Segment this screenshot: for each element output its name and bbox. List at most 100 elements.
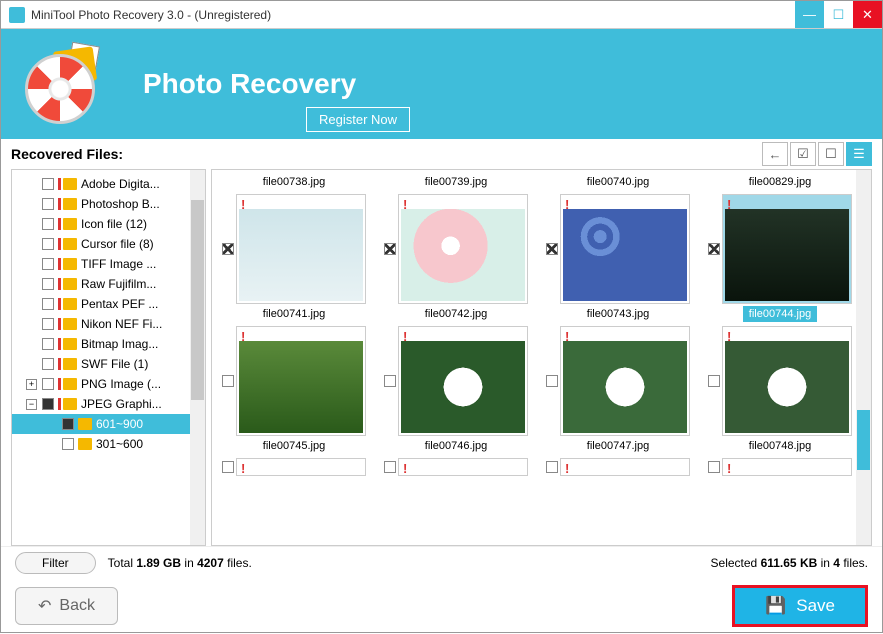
thumbnail[interactable]: ! [722,458,852,476]
warning-icon: ! [727,461,731,476]
grid-cell[interactable]: file00740.jpg [538,172,698,192]
grid-cell[interactable]: !file00746.jpg [376,326,536,456]
register-button[interactable]: Register Now [306,107,410,132]
file-checkbox[interactable] [222,243,234,255]
deselect-all-button[interactable]: ☐ [818,142,844,166]
thumbnail[interactable]: ! [236,458,366,476]
file-tree[interactable]: Adobe Digita...Photoshop B...Icon file (… [11,169,206,546]
checkbox[interactable] [42,358,54,370]
close-button[interactable]: ✕ [853,1,882,28]
grid-cell[interactable]: file00739.jpg [376,172,536,192]
file-checkbox[interactable] [384,461,396,473]
checkbox[interactable] [42,398,54,410]
thumbnail[interactable]: ! [236,326,366,436]
file-checkbox[interactable] [222,375,234,387]
tree-item[interactable]: Nikon NEF Fi... [12,314,205,334]
thumbnail[interactable]: ! [722,194,852,304]
thumbnail[interactable]: ! [236,194,366,304]
checkbox[interactable] [62,438,74,450]
checkbox[interactable] [42,278,54,290]
folder-icon [63,298,77,310]
tree-label: JPEG Graphi... [81,397,162,411]
warning-icon: ! [241,461,245,476]
tree-item[interactable]: Pentax PEF ... [12,294,205,314]
checkbox[interactable] [42,238,54,250]
checkbox[interactable] [42,378,54,390]
filter-button[interactable]: Filter [15,552,96,574]
file-checkbox[interactable] [546,243,558,255]
grid-cell[interactable]: file00829.jpg [700,172,860,192]
tree-item[interactable]: − JPEG Graphi... [12,394,205,414]
filename: file00829.jpg [743,174,817,190]
thumbnail-view-button[interactable]: ☰ [846,142,872,166]
file-checkbox[interactable] [384,243,396,255]
minimize-button[interactable]: — [795,1,824,28]
thumbnail[interactable]: ! [560,326,690,436]
tree-item[interactable]: +PNG Image (... [12,374,205,394]
grid-cell[interactable]: !file00747.jpg [538,326,698,456]
file-checkbox[interactable] [708,461,720,473]
expand-icon[interactable]: + [26,379,37,390]
thumbnail[interactable]: ! [398,458,528,476]
grid-cell[interactable]: ! file00744.jpg [700,194,860,324]
checkbox[interactable] [42,178,54,190]
checkbox[interactable] [42,198,54,210]
save-button[interactable]: 💾 Save [732,585,868,627]
back-button[interactable]: ↶ Back [15,587,118,625]
grid-cell[interactable]: ! [214,458,374,476]
grid-cell[interactable]: !file00741.jpg [214,194,374,324]
thumbnail-grid[interactable]: file00738.jpgfile00739.jpgfile00740.jpg f… [211,169,872,546]
tree-label: Pentax PEF ... [81,297,158,311]
tree-item[interactable]: Bitmap Imag... [12,334,205,354]
tree-subitem[interactable]: 301~600 [12,434,205,454]
grid-cell[interactable]: !file00743.jpg [538,194,698,324]
file-checkbox[interactable] [546,375,558,387]
back-view-button[interactable]: ← [762,142,788,166]
thumbnail[interactable]: ! [722,326,852,436]
checkbox[interactable] [42,218,54,230]
thumbnail[interactable]: ! [560,194,690,304]
filename: file00744.jpg [743,306,817,322]
grid-cell[interactable]: !file00742.jpg [376,194,536,324]
tree-item[interactable]: Raw Fujifilm... [12,274,205,294]
recovered-files-label: Recovered Files: [11,146,123,162]
grid-scrollbar[interactable] [856,170,871,545]
tree-item[interactable]: TIFF Image ... [12,254,205,274]
collapse-icon[interactable]: − [26,399,37,410]
tree-item[interactable]: Photoshop B... [12,194,205,214]
selected-text: Selected 611.65 KB in 4 files. [711,556,868,570]
folder-icon [63,218,77,230]
thumbnail[interactable]: ! [398,194,528,304]
window-controls: — ☐ ✕ [795,1,882,28]
tree-label: Nikon NEF Fi... [81,317,162,331]
checkbox[interactable] [42,298,54,310]
thumbnail[interactable]: ! [560,458,690,476]
toolbar: Recovered Files: ← ☑ ☐ ☰ [1,139,882,169]
maximize-button[interactable]: ☐ [824,1,853,28]
tree-item[interactable]: Cursor file (8) [12,234,205,254]
checkbox[interactable] [42,338,54,350]
grid-cell[interactable]: file00738.jpg [214,172,374,192]
grid-cell[interactable]: ! [538,458,698,476]
grid-cell[interactable]: ! [376,458,536,476]
tree-item[interactable]: SWF File (1) [12,354,205,374]
grid-cell[interactable]: !file00745.jpg [214,326,374,456]
file-checkbox[interactable] [546,461,558,473]
checkbox[interactable] [42,318,54,330]
grid-cell[interactable]: !file00748.jpg [700,326,860,456]
tree-item[interactable]: Adobe Digita... [12,174,205,194]
tree-scrollbar[interactable] [190,170,205,545]
tree-item[interactable]: Icon file (12) [12,214,205,234]
file-checkbox[interactable] [384,375,396,387]
checkbox[interactable] [42,258,54,270]
file-checkbox[interactable] [708,243,720,255]
file-checkbox[interactable] [708,375,720,387]
folder-icon [63,278,77,290]
select-all-button[interactable]: ☑ [790,142,816,166]
tree-label: Cursor file (8) [81,237,154,251]
file-checkbox[interactable] [222,461,234,473]
grid-cell[interactable]: ! [700,458,860,476]
checkbox[interactable] [62,418,74,430]
thumbnail[interactable]: ! [398,326,528,436]
tree-subitem[interactable]: 601~900 [12,414,205,434]
